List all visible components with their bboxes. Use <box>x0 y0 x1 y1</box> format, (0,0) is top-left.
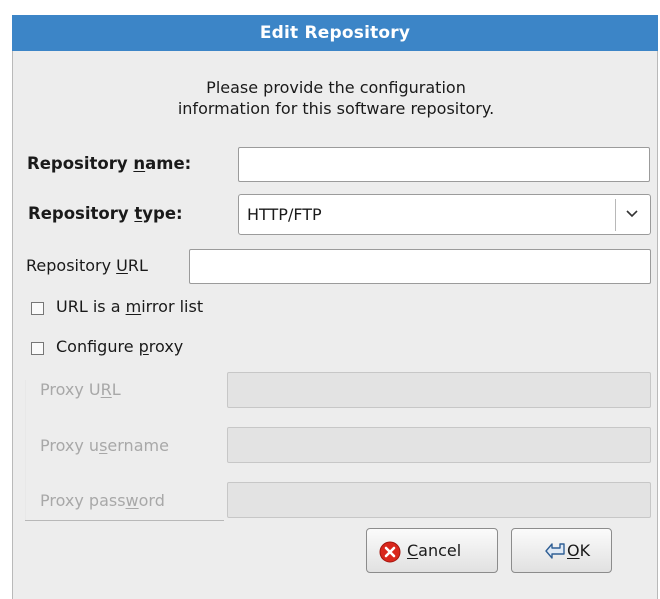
cancel-button[interactable]: Cancel <box>366 528 498 573</box>
cancel-button-label: Cancel <box>407 541 462 560</box>
cancel-icon <box>379 541 401 567</box>
dialog-title: Edit Repository <box>12 15 658 51</box>
ok-button[interactable]: OK <box>511 528 612 573</box>
configure-proxy-label[interactable]: Configure proxy <box>56 336 183 358</box>
mirror-list-checkbox[interactable] <box>31 302 44 315</box>
intro-line-2: information for this software repository… <box>177 99 495 118</box>
repository-type-value: HTTP/FTP <box>247 205 322 224</box>
proxy-frame-edge <box>25 380 26 521</box>
ok-return-icon <box>544 541 568 565</box>
mirror-list-label[interactable]: URL is a mirror list <box>56 296 203 318</box>
proxy-username-input[interactable] <box>227 427 651 463</box>
intro-line-1: Please provide the configuration <box>206 78 466 97</box>
proxy-frame-divider <box>25 520 224 521</box>
proxy-password-label: Proxy password <box>40 491 165 510</box>
proxy-url-input[interactable] <box>227 372 651 408</box>
repository-url-label: Repository URL <box>26 256 148 275</box>
repository-name-input[interactable] <box>238 147 650 182</box>
ok-button-label: OK <box>567 541 591 560</box>
repository-type-label: Repository type: <box>28 204 183 223</box>
configure-proxy-checkbox[interactable] <box>31 342 44 355</box>
repository-type-combo[interactable]: HTTP/FTP <box>238 194 651 235</box>
intro-text: Please provide the configuration informa… <box>13 77 659 119</box>
repository-url-input[interactable] <box>189 249 651 284</box>
combo-separator <box>615 199 616 231</box>
chevron-down-icon <box>626 206 638 225</box>
edit-repository-dialog: Edit Repository Please provide the confi… <box>12 15 658 599</box>
proxy-username-label: Proxy username <box>40 436 169 455</box>
proxy-password-input[interactable] <box>227 482 651 518</box>
proxy-url-label: Proxy URL <box>40 380 121 399</box>
repository-name-label: Repository name: <box>27 154 192 173</box>
